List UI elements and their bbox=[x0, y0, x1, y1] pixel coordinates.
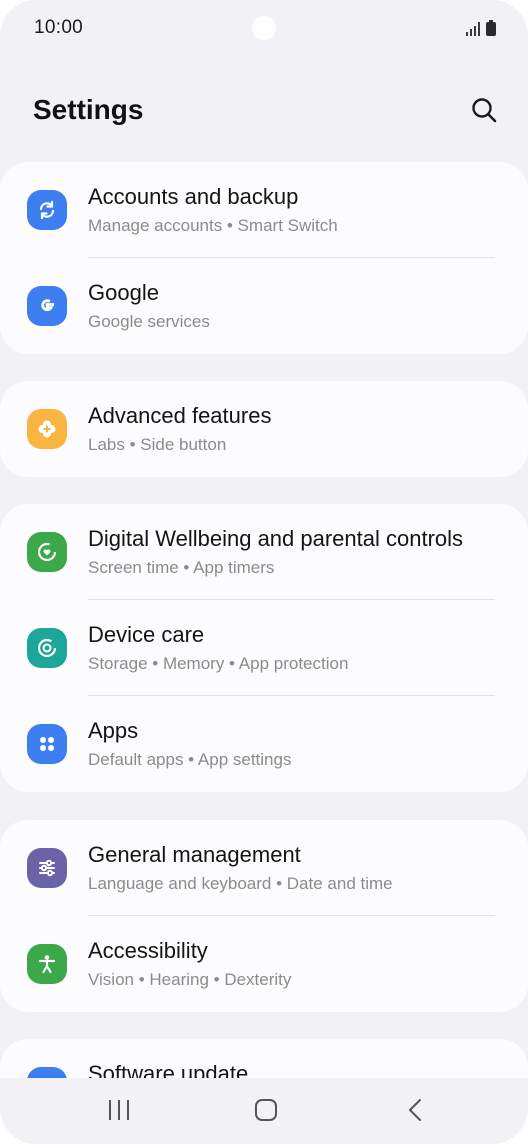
plus-badge-icon bbox=[27, 409, 67, 449]
navigation-bar bbox=[0, 1078, 528, 1144]
recents-icon bbox=[107, 1099, 131, 1126]
sync-icon bbox=[27, 190, 67, 230]
item-subtitle: Labs • Side button bbox=[88, 435, 227, 454]
item-title: Advanced features bbox=[88, 403, 272, 428]
wellbeing-icon bbox=[27, 532, 67, 572]
item-title: General management bbox=[88, 842, 301, 867]
settings-group-advanced: Advanced features Labs • Side button bbox=[0, 381, 528, 477]
google-icon bbox=[27, 286, 67, 326]
status-time: 10:00 bbox=[34, 17, 84, 38]
item-title: Apps bbox=[88, 718, 139, 743]
settings-group-general: General management Language and keyboard… bbox=[0, 820, 528, 1012]
accessibility-icon bbox=[27, 944, 67, 984]
settings-group-accounts: Accounts and backup Manage accounts • Sm… bbox=[0, 162, 528, 354]
settings-item-advanced-features[interactable]: Advanced features Labs • Side button bbox=[0, 381, 528, 477]
item-subtitle: Default apps • App settings bbox=[88, 750, 292, 769]
battery-icon bbox=[486, 20, 496, 41]
item-title: Device care bbox=[88, 622, 205, 647]
status-bar: 10:00 bbox=[0, 0, 528, 56]
phone-screen: 10:00 Settings Accounts and backup Manag… bbox=[0, 0, 528, 1144]
item-subtitle: Manage accounts • Smart Switch bbox=[88, 216, 338, 235]
signal-icon bbox=[466, 22, 481, 41]
back-icon bbox=[407, 1098, 423, 1127]
settings-item-accessibility[interactable]: Accessibility Vision • Hearing • Dexteri… bbox=[0, 916, 528, 1012]
device-care-icon bbox=[27, 628, 67, 668]
recents-button[interactable] bbox=[99, 1098, 139, 1126]
settings-item-device-care[interactable]: Device care Storage • Memory • App prote… bbox=[0, 600, 528, 696]
status-icons bbox=[466, 20, 496, 41]
settings-item-accounts-and-backup[interactable]: Accounts and backup Manage accounts • Sm… bbox=[0, 162, 528, 258]
item-subtitle: Google services bbox=[88, 312, 210, 331]
item-subtitle: Vision • Hearing • Dexterity bbox=[88, 970, 292, 989]
search-button[interactable] bbox=[470, 96, 498, 124]
settings-item-google[interactable]: Google Google services bbox=[0, 258, 528, 354]
item-subtitle: Screen time • App timers bbox=[88, 558, 275, 577]
item-title: Accessibility bbox=[88, 938, 208, 963]
home-icon bbox=[254, 1098, 278, 1127]
search-icon bbox=[470, 98, 498, 128]
item-subtitle: Language and keyboard • Date and time bbox=[88, 874, 393, 893]
page-title: Settings bbox=[33, 94, 144, 125]
home-button[interactable] bbox=[246, 1098, 286, 1126]
settings-item-apps[interactable]: Apps Default apps • App settings bbox=[0, 696, 528, 792]
item-subtitle: Storage • Memory • App protection bbox=[88, 654, 349, 673]
header: Settings bbox=[0, 80, 528, 144]
item-title: Digital Wellbeing and parental controls bbox=[88, 526, 464, 551]
item-title: Google bbox=[88, 280, 159, 305]
settings-group-device: Digital Wellbeing and parental controls … bbox=[0, 504, 528, 792]
apps-grid-icon bbox=[27, 724, 67, 764]
settings-item-general-management[interactable]: General management Language and keyboard… bbox=[0, 820, 528, 916]
settings-item-digital-wellbeing[interactable]: Digital Wellbeing and parental controls … bbox=[0, 504, 528, 600]
sliders-icon bbox=[27, 848, 67, 888]
item-title: Accounts and backup bbox=[88, 184, 299, 209]
camera-cutout bbox=[252, 16, 276, 40]
back-button[interactable] bbox=[395, 1098, 435, 1126]
